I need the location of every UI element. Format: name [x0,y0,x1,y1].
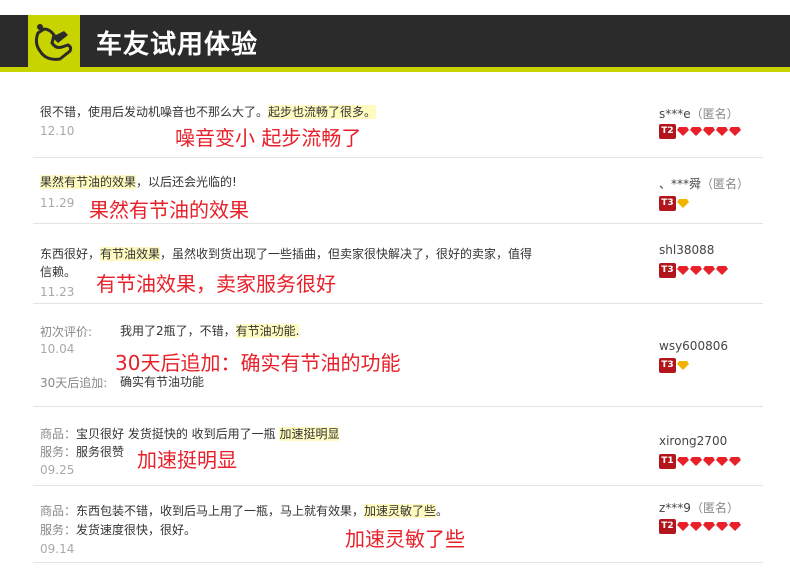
rank-level-badge: T3 [659,357,676,373]
review-item: 商品：宝贝很好 发货挺快的 收到后用了一瓶 加速挺明显 服务：服务很赞 09.2… [33,407,763,486]
highlight: 有节油效果 [100,247,161,261]
rank-badge: T2 [659,518,741,534]
rank-badge: T3 [659,195,689,211]
diamond-icon [716,456,728,466]
diamond-icon [690,265,702,275]
rank-badge: T3 [659,262,728,278]
review-item: 商品：东西包装不错，收到后马上用了一瓶，马上就有效果，加速灵敏了些。 服务：发货… [33,486,763,563]
review-date: 09.25 [40,463,75,477]
diamond-icon [729,126,741,136]
header: 车友试用体验 [0,0,790,72]
diamond-icon [703,456,715,466]
diamond-icon [690,126,702,136]
diamond-icon [677,126,689,136]
username[interactable]: s***e（匿名） [659,105,739,122]
diamond-icon [677,198,689,208]
review-text: 商品：宝贝很好 发货挺快的 收到后用了一瓶 加速挺明显 [40,427,340,441]
review-item: 很不错，使用后发动机噪音也不那么大了。起步也流畅了很多。 12.10 噪音变小 … [33,88,763,158]
review-date: 12.10 [40,124,75,138]
annotation: 果然有节油的效果 [89,198,249,222]
follow-up-text: 确实有节油功能 [120,375,205,389]
review-text-line2: 信赖。 [40,265,77,279]
review-item: 东西很好，有节油效果，虽然收到货出现了一些插曲，但卖家很快解决了，很好的卖家，值… [33,224,763,304]
annotation: 加速挺明显 [137,448,237,472]
annotation: 30天后追加：确实有节油的功能 [115,351,401,375]
diamond-icon [703,521,715,531]
rank-level-badge: T1 [659,453,676,469]
highlight: 果然有节油的效果 [40,175,137,189]
highlight: 加速灵敏了些 [364,504,437,518]
diamond-icon [690,521,702,531]
diamond-icon [677,360,689,370]
rank-level-badge: T3 [659,195,676,211]
username[interactable]: wsy600806 [659,339,728,353]
username[interactable]: 、***舜（匿名） [659,175,749,192]
oil-can-icon [34,24,73,61]
username[interactable]: z***9（匿名） [659,499,739,516]
annotation: 噪音变小 起步流畅了 [175,126,362,150]
service-text: 服务：服务很赞 [40,445,125,459]
rank-badge: T2 [659,123,741,139]
username[interactable]: shl38088 [659,243,714,257]
rank-badge: T3 [659,357,689,373]
diamond-icon [690,456,702,466]
service-text: 服务：发货速度很快，很好。 [40,523,197,537]
review-text: 东西很好，有节油效果，虽然收到货出现了一些插曲，但卖家很快解决了，很好的卖家，值… [40,247,533,261]
diamond-icon [716,126,728,136]
diamond-icon [677,521,689,531]
review-date: 11.23 [40,285,75,299]
annotation: 有节油效果，卖家服务很好 [96,272,336,296]
rank-level-badge: T3 [659,262,676,278]
diamond-icon [729,456,741,466]
highlight: 加速挺明显 [279,427,340,441]
diamond-icon [677,456,689,466]
diamond-icon [729,521,741,531]
annotation: 加速灵敏了些 [345,527,465,551]
header-accent-line [0,67,790,72]
review-item: 初次评价: 我用了2瓶了，不错，有节油功能. 10.04 30天后追加：确实有节… [33,304,763,407]
diamond-icon [703,126,715,136]
diamond-icon [716,521,728,531]
review-date: 09.14 [40,542,75,556]
rank-badge: T1 [659,453,741,469]
highlight: 起步也流畅了很多。 [268,105,377,119]
review-text: 我用了2瓶了，不错，有节油功能. [120,324,300,338]
username[interactable]: xirong2700 [659,434,727,448]
review-date: 11.29 [40,196,75,210]
rank-level-badge: T2 [659,518,676,534]
review-text: 很不错，使用后发动机噪音也不那么大了。起步也流畅了很多。 [40,105,377,119]
highlight: 有节油功能. [235,324,300,338]
review-item: 果然有节油的效果，以后还会光临的! 11.29 果然有节油的效果 、***舜（匿… [33,158,763,224]
rank-level-badge: T2 [659,123,676,139]
review-text: 果然有节油的效果，以后还会光临的! [40,175,237,189]
review-date: 10.04 [40,342,75,356]
review-text: 商品：东西包装不错，收到后马上用了一瓶，马上就有效果，加速灵敏了些。 [40,504,449,518]
diamond-icon [677,265,689,275]
logo [28,15,80,72]
diamond-icon [716,265,728,275]
follow-up-label: 30天后追加: [40,376,108,390]
first-review-label: 初次评价: [40,325,93,339]
page-title: 车友试用体验 [96,30,259,60]
diamond-icon [703,265,715,275]
